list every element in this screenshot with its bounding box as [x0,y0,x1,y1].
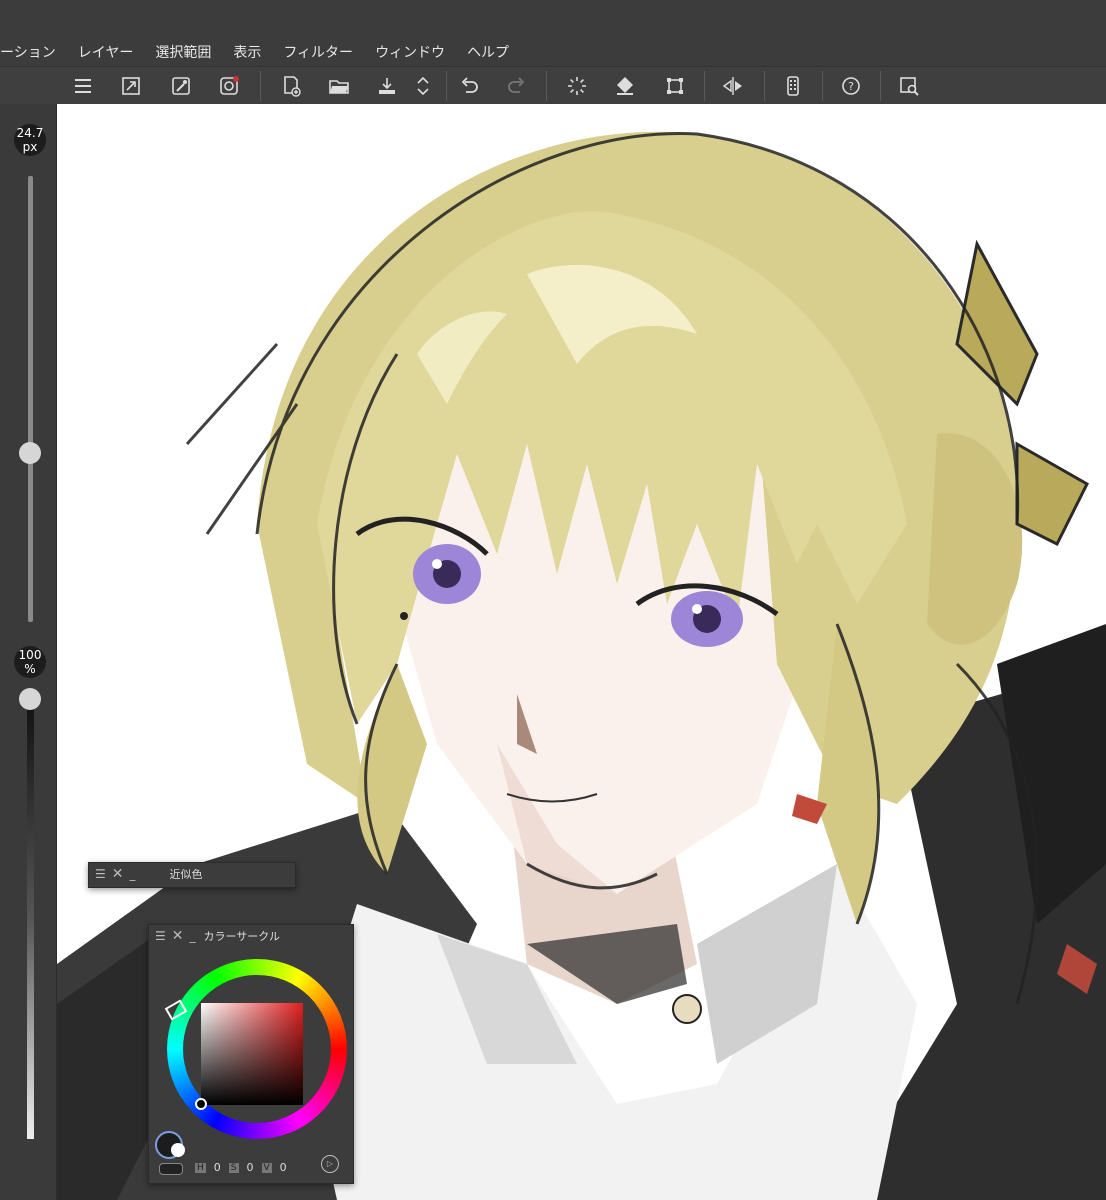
s-label: S [228,1162,239,1173]
opacity-track[interactable] [27,699,34,1139]
opacity-slider-handle[interactable] [19,688,41,710]
menu-help[interactable]: ヘルプ [467,42,509,62]
undo-icon[interactable] [454,71,484,101]
swap-icon[interactable] [159,1163,183,1175]
brush-size-value: 24.7 [16,126,44,140]
redo-icon[interactable] [502,71,532,101]
menu-layer[interactable]: レイヤー [78,42,134,62]
panel-menu-icon[interactable]: ☰ [95,867,106,881]
save-icon[interactable] [372,71,402,101]
menu-view[interactable]: 表示 [233,42,261,62]
brush-size-slider-handle[interactable] [19,441,41,464]
toolbar-separator [880,71,881,101]
menu-selection[interactable]: 選択範囲 [155,42,211,62]
secondary-color-swatch[interactable] [171,1143,185,1157]
smartphone-icon[interactable] [778,71,808,101]
search-icon[interactable] [894,71,924,101]
brush-control-panel: 24.7 px 100 % [0,104,57,1200]
menu-animation[interactable]: ーション [0,42,56,62]
h-label: H [195,1162,206,1173]
brush-size-readout: 24.7 px [14,124,46,156]
toolbar: ? [0,66,1106,105]
menu-filter[interactable]: フィルター [283,42,353,62]
close-icon[interactable]: ✕ [112,866,124,882]
resize-canvas-icon[interactable] [116,71,146,101]
opacity-readout: 100 % [14,646,46,678]
h-value: 0 [213,1161,221,1174]
eyedropper-brush-icon[interactable] [166,71,196,101]
menu-bar: ーション レイヤー 選択範囲 表示 フィルター ウィンドウ ヘルプ [0,38,1106,66]
similar-color-title: 近似色 [169,868,203,881]
color-circle-panel: ☰ ✕ _ カラーサークル H 0 S 0 V 0 ▷ [148,924,354,1184]
toolbar-separator [260,71,261,101]
panel-menu-icon[interactable]: ☰ [155,929,166,943]
crop-icon[interactable] [660,71,690,101]
flip-icon[interactable] [718,71,748,101]
open-folder-icon[interactable] [324,71,354,101]
color-picker-marker[interactable] [195,1098,207,1110]
menu-icon[interactable] [68,71,98,101]
toolbar-separator [822,71,823,101]
svg-text:?: ? [848,80,854,93]
v-label: V [261,1162,272,1173]
saturation-value-square[interactable] [201,1003,303,1105]
fill-icon[interactable] [610,71,640,101]
transform-loading-icon[interactable] [562,71,592,101]
opacity-unit: % [24,662,36,676]
title-bar [0,0,1106,38]
v-value: 0 [279,1161,287,1174]
s-value: 0 [246,1161,254,1174]
color-circle-title: カラーサークル [203,930,280,943]
similar-color-panel: ☰ ✕ _ 近似色 [88,862,296,888]
help-icon[interactable]: ? [836,71,866,101]
updown-icon[interactable] [408,71,438,101]
minimize-icon[interactable]: _ [190,929,196,943]
close-icon[interactable]: ✕ [172,928,184,944]
toolbar-separator [446,71,447,101]
opacity-value: 100 [18,648,42,662]
play-icon[interactable]: ▷ [321,1155,339,1173]
minimize-icon[interactable]: _ [130,867,136,881]
toolbar-separator [704,71,705,101]
menu-window[interactable]: ウィンドウ [375,42,445,62]
record-icon[interactable] [214,71,244,101]
toolbar-separator [546,71,547,101]
new-canvas-icon[interactable] [276,71,306,101]
brush-size-track[interactable] [28,176,33,622]
toolbar-separator [764,71,765,101]
brush-size-unit: px [22,140,38,154]
hsv-readout: H 0 S 0 V 0 [195,1161,287,1174]
